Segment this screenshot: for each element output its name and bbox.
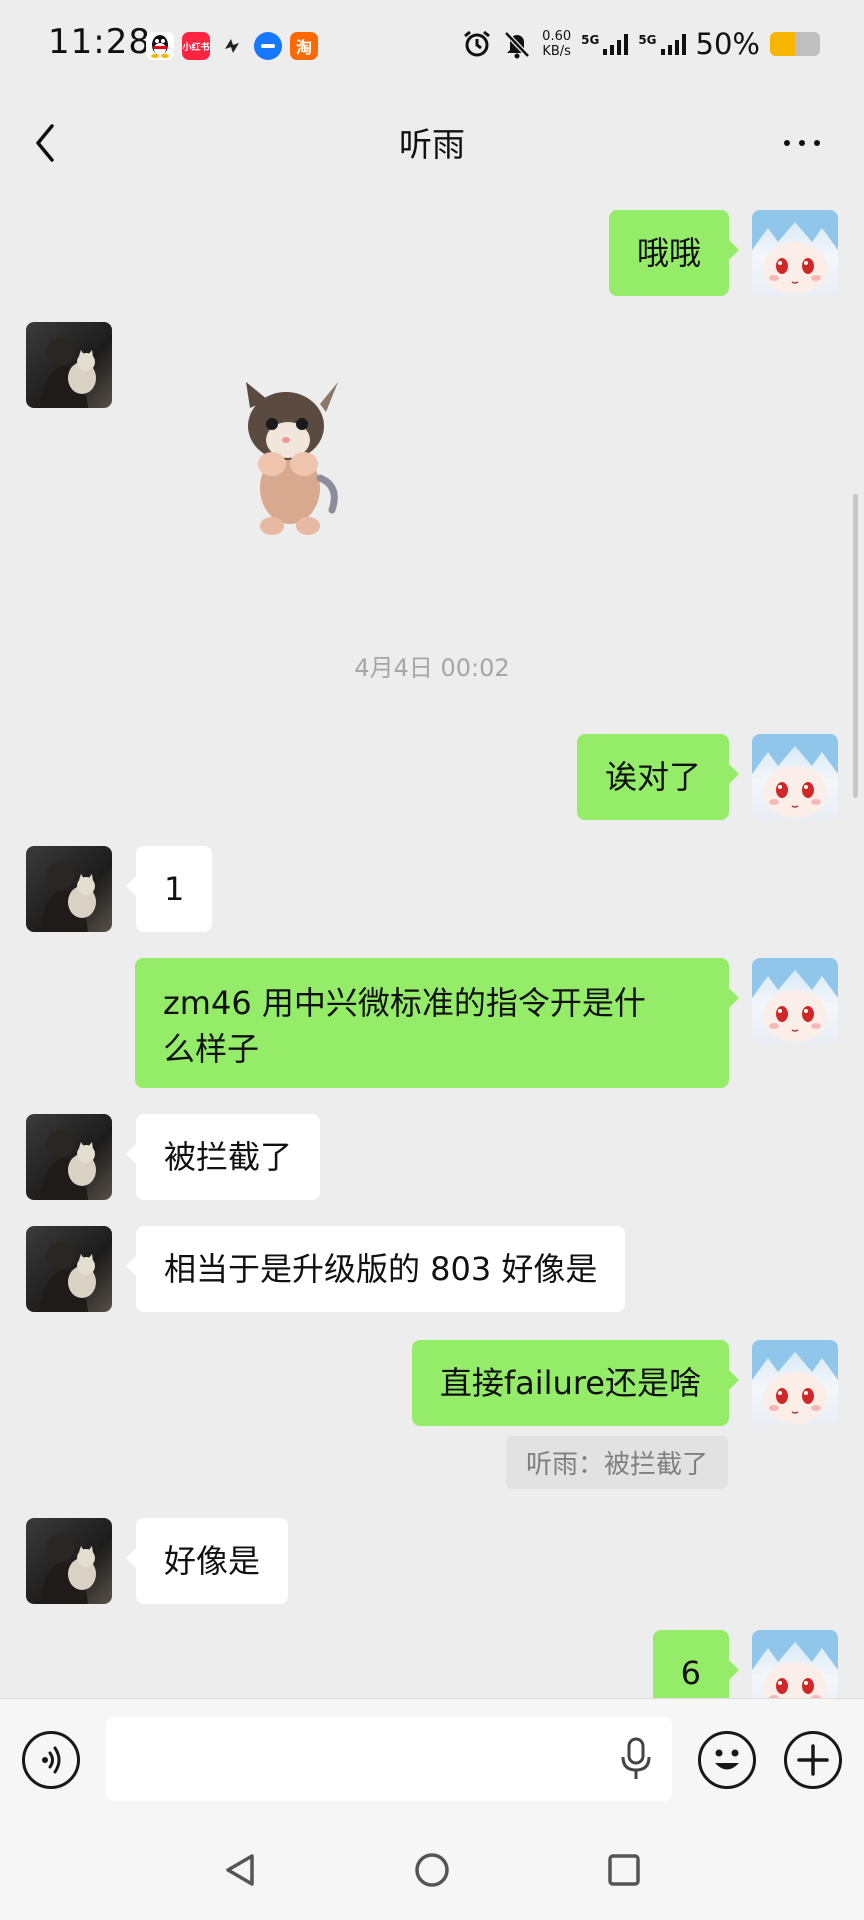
person-with-cat-avatar-icon [40, 1130, 96, 1200]
message-bubble-received[interactable]: 被拦截了 [125, 1114, 321, 1200]
taobao-icon: 淘 [290, 32, 318, 60]
chat-title: 听雨 [399, 125, 465, 164]
input-bar [0, 1698, 864, 1821]
more-options-button[interactable] [784, 140, 820, 146]
message-bubble-sent[interactable]: 直接failure还是啥 [411, 1340, 740, 1426]
microphone-icon[interactable] [618, 1737, 654, 1781]
message-input[interactable] [106, 1717, 672, 1801]
status-bar: 11:28 小红书 淘 0.60 KB/s 5G 5G 50% [0, 0, 864, 90]
anime-avatar-icon [752, 734, 838, 818]
xiaohongshu-icon: 小红书 [182, 32, 210, 60]
contact-avatar[interactable] [26, 322, 112, 408]
message-line: 么样子 [163, 1030, 260, 1068]
dancing-kitten-sticker[interactable] [228, 378, 358, 540]
plus-icon [797, 1744, 829, 1776]
person-with-cat-avatar-icon [40, 1534, 96, 1604]
chat-header: 听雨 [0, 90, 864, 194]
message-line: zm46 用中兴微标准的指令开是什 [163, 984, 646, 1022]
battery-icon [770, 32, 820, 56]
anime-avatar-icon [752, 210, 838, 294]
my-avatar[interactable] [752, 1340, 838, 1426]
my-avatar[interactable] [752, 958, 838, 1044]
recents-square-icon[interactable] [604, 1850, 644, 1890]
quoted-message[interactable]: 听雨：被拦截了 [505, 1436, 728, 1489]
sim1-signal: 5G [581, 33, 629, 55]
dot-icon [784, 140, 790, 146]
alarm-clock-icon [464, 30, 491, 57]
system-navigation-bar [0, 1820, 864, 1920]
voice-toggle-button[interactable] [22, 1731, 80, 1789]
contact-avatar[interactable] [26, 1226, 112, 1312]
message-bubble-sent[interactable]: 哦哦 [608, 210, 740, 296]
contact-avatar[interactable] [26, 846, 112, 932]
add-attachment-button[interactable] [784, 1731, 842, 1789]
person-with-cat-avatar-icon [40, 1242, 96, 1312]
my-avatar[interactable] [752, 734, 838, 820]
person-with-cat-avatar-icon [40, 862, 96, 932]
home-circle-icon[interactable] [412, 1850, 452, 1890]
contact-avatar[interactable] [26, 1114, 112, 1200]
mute-bell-icon [504, 31, 530, 59]
app-icon [218, 32, 246, 60]
chat-timestamp: 4月4日 00:02 [354, 654, 510, 682]
dot-icon [799, 140, 805, 146]
smiley-icon [715, 1749, 739, 1770]
qq-icon [146, 32, 174, 60]
my-avatar[interactable] [752, 210, 838, 296]
person-with-cat-avatar-icon [40, 338, 96, 408]
network-speed: 0.60 KB/s [542, 29, 572, 59]
sim2-signal: 5G [638, 33, 686, 55]
contact-avatar[interactable] [26, 1518, 112, 1604]
message-bubble-sent[interactable]: 诶对了 [576, 734, 740, 820]
emoji-button[interactable] [698, 1731, 756, 1789]
status-time: 11:28 [48, 22, 151, 62]
voice-wave-icon [42, 1746, 61, 1774]
system-status: 0.60 KB/s 5G 5G 50% [462, 22, 820, 66]
dot-icon [814, 140, 820, 146]
anime-avatar-icon [752, 958, 838, 1042]
message-bubble-sent[interactable]: zm46 用中兴微标准的指令开是什 么样子 [135, 958, 739, 1088]
message-bubble-received[interactable]: 好像是 [125, 1518, 289, 1604]
anime-avatar-icon [752, 1340, 838, 1424]
notification-icons: 小红书 淘 [146, 32, 318, 60]
battery-percent: 50% [695, 27, 760, 61]
message-bubble-received[interactable]: 相当于是升级版的 803 好像是 [125, 1226, 626, 1312]
message-bubble-received[interactable]: 1 [125, 846, 213, 932]
chat-scrollbar[interactable] [853, 494, 858, 798]
back-triangle-icon[interactable] [220, 1850, 260, 1890]
message-app-icon [254, 32, 282, 60]
